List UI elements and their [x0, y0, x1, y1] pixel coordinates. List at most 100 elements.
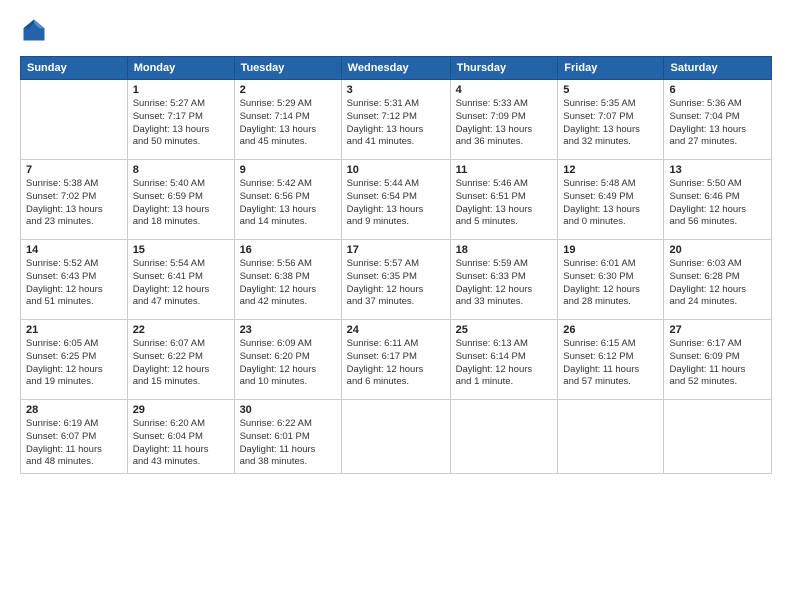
day-number: 26	[563, 324, 658, 336]
day-info: Sunrise: 5:35 AM Sunset: 7:07 PM Dayligh…	[563, 98, 658, 149]
weekday-header-wednesday: Wednesday	[341, 57, 450, 80]
calendar-cell: 14Sunrise: 5:52 AM Sunset: 6:43 PM Dayli…	[21, 240, 128, 320]
day-number: 27	[669, 324, 766, 336]
day-number: 16	[240, 244, 336, 256]
day-info: Sunrise: 6:01 AM Sunset: 6:30 PM Dayligh…	[563, 258, 658, 309]
calendar-cell	[21, 80, 128, 160]
day-info: Sunrise: 6:19 AM Sunset: 6:07 PM Dayligh…	[26, 418, 122, 469]
day-info: Sunrise: 5:29 AM Sunset: 7:14 PM Dayligh…	[240, 98, 336, 149]
calendar-cell: 26 Sunrise: 6:15 AM Sunset: 6:12 PM Dayli…	[558, 320, 664, 400]
calendar-cell: 6 Sunrise: 5:36 AM Sunset: 7:04 PM Daylig…	[664, 80, 772, 160]
day-number: 15	[133, 244, 229, 256]
calendar-cell: 16 Sunrise: 5:56 AM Sunset: 6:38 PM Dayli…	[234, 240, 341, 320]
calendar-cell: 25 Sunrise: 6:13 AM Sunset: 6:14 PM Dayli…	[450, 320, 558, 400]
day-info: Sunrise: 5:38 AM Sunset: 7:02 PM Dayligh…	[26, 178, 122, 229]
calendar-cell: 20 Sunrise: 6:03 AM Sunset: 6:28 PM Dayli…	[664, 240, 772, 320]
calendar-cell: 11 Sunrise: 5:46 AM Sunset: 6:51 PM Dayli…	[450, 160, 558, 240]
day-number: 20	[669, 244, 766, 256]
calendar-cell: 3 Sunrise: 5:31 AM Sunset: 7:12 PM Daylig…	[341, 80, 450, 160]
day-info: Sunrise: 6:11 AM Sunset: 6:17 PM Dayligh…	[347, 338, 445, 389]
day-info: Sunrise: 6:17 AM Sunset: 6:09 PM Dayligh…	[669, 338, 766, 389]
day-info: Sunrise: 5:40 AM Sunset: 6:59 PM Dayligh…	[133, 178, 229, 229]
weekday-header-friday: Friday	[558, 57, 664, 80]
weekday-header-saturday: Saturday	[664, 57, 772, 80]
day-info: Sunrise: 5:56 AM Sunset: 6:38 PM Dayligh…	[240, 258, 336, 309]
calendar-cell: 22 Sunrise: 6:07 AM Sunset: 6:22 PM Dayli…	[127, 320, 234, 400]
day-info: Sunrise: 5:46 AM Sunset: 6:51 PM Dayligh…	[456, 178, 553, 229]
calendar-table: SundayMondayTuesdayWednesdayThursdayFrid…	[20, 56, 772, 474]
day-number: 1	[133, 84, 229, 96]
calendar-cell: 21 Sunrise: 6:05 AM Sunset: 6:25 PM Dayli…	[21, 320, 128, 400]
day-info: Sunrise: 5:42 AM Sunset: 6:56 PM Dayligh…	[240, 178, 336, 229]
day-number: 30	[240, 404, 336, 416]
calendar-cell: 30 Sunrise: 6:22 AM Sunset: 6:01 PM Dayli…	[234, 400, 341, 474]
day-number: 17	[347, 244, 445, 256]
calendar-cell: 12 Sunrise: 5:48 AM Sunset: 6:49 PM Dayli…	[558, 160, 664, 240]
day-info: Sunrise: 6:03 AM Sunset: 6:28 PM Dayligh…	[669, 258, 766, 309]
day-info: Sunrise: 5:31 AM Sunset: 7:12 PM Dayligh…	[347, 98, 445, 149]
calendar-cell: 2 Sunrise: 5:29 AM Sunset: 7:14 PM Daylig…	[234, 80, 341, 160]
day-number: 24	[347, 324, 445, 336]
logo	[20, 16, 52, 44]
calendar-cell: 28 Sunrise: 6:19 AM Sunset: 6:07 PM Dayli…	[21, 400, 128, 474]
day-info: Sunrise: 5:54 AM Sunset: 6:41 PM Dayligh…	[133, 258, 229, 309]
calendar-cell: 24 Sunrise: 6:11 AM Sunset: 6:17 PM Dayli…	[341, 320, 450, 400]
day-info: Sunrise: 5:57 AM Sunset: 6:35 PM Dayligh…	[347, 258, 445, 309]
day-number: 4	[456, 84, 553, 96]
calendar-cell: 19 Sunrise: 6:01 AM Sunset: 6:30 PM Dayli…	[558, 240, 664, 320]
day-info: Sunrise: 5:44 AM Sunset: 6:54 PM Dayligh…	[347, 178, 445, 229]
calendar-cell: 1 Sunrise: 5:27 AM Sunset: 7:17 PM Daylig…	[127, 80, 234, 160]
day-number: 13	[669, 164, 766, 176]
calendar-cell: 18Sunrise: 5:59 AM Sunset: 6:33 PM Dayli…	[450, 240, 558, 320]
day-number: 21	[26, 324, 122, 336]
day-number: 11	[456, 164, 553, 176]
day-info: Sunrise: 5:50 AM Sunset: 6:46 PM Dayligh…	[669, 178, 766, 229]
calendar-cell: 27 Sunrise: 6:17 AM Sunset: 6:09 PM Dayli…	[664, 320, 772, 400]
day-number: 29	[133, 404, 229, 416]
calendar-cell	[341, 400, 450, 474]
day-number: 9	[240, 164, 336, 176]
weekday-header-sunday: Sunday	[21, 57, 128, 80]
calendar-cell	[558, 400, 664, 474]
day-number: 12	[563, 164, 658, 176]
day-info: Sunrise: 6:05 AM Sunset: 6:25 PM Dayligh…	[26, 338, 122, 389]
day-number: 19	[563, 244, 658, 256]
day-info: Sunrise: 5:36 AM Sunset: 7:04 PM Dayligh…	[669, 98, 766, 149]
calendar-cell: 7 Sunrise: 5:38 AM Sunset: 7:02 PM Daylig…	[21, 160, 128, 240]
calendar-cell: 8 Sunrise: 5:40 AM Sunset: 6:59 PM Daylig…	[127, 160, 234, 240]
day-info: Sunrise: 6:20 AM Sunset: 6:04 PM Dayligh…	[133, 418, 229, 469]
calendar-cell: 15 Sunrise: 5:54 AM Sunset: 6:41 PM Dayli…	[127, 240, 234, 320]
day-number: 5	[563, 84, 658, 96]
day-number: 22	[133, 324, 229, 336]
day-number: 25	[456, 324, 553, 336]
day-info: Sunrise: 5:52 AM Sunset: 6:43 PM Dayligh…	[26, 258, 122, 309]
calendar-cell	[450, 400, 558, 474]
day-number: 23	[240, 324, 336, 336]
day-number: 10	[347, 164, 445, 176]
day-info: Sunrise: 6:09 AM Sunset: 6:20 PM Dayligh…	[240, 338, 336, 389]
day-info: Sunrise: 6:15 AM Sunset: 6:12 PM Dayligh…	[563, 338, 658, 389]
logo-icon	[20, 16, 48, 44]
weekday-header-thursday: Thursday	[450, 57, 558, 80]
day-info: Sunrise: 6:07 AM Sunset: 6:22 PM Dayligh…	[133, 338, 229, 389]
day-number: 3	[347, 84, 445, 96]
calendar-cell: 10 Sunrise: 5:44 AM Sunset: 6:54 PM Dayli…	[341, 160, 450, 240]
weekday-header-tuesday: Tuesday	[234, 57, 341, 80]
day-number: 2	[240, 84, 336, 96]
calendar-cell: 29 Sunrise: 6:20 AM Sunset: 6:04 PM Dayli…	[127, 400, 234, 474]
calendar-cell	[664, 400, 772, 474]
day-number: 18	[456, 244, 553, 256]
day-info: Sunrise: 5:33 AM Sunset: 7:09 PM Dayligh…	[456, 98, 553, 149]
calendar-cell: 4 Sunrise: 5:33 AM Sunset: 7:09 PM Daylig…	[450, 80, 558, 160]
calendar-cell: 23 Sunrise: 6:09 AM Sunset: 6:20 PM Dayli…	[234, 320, 341, 400]
day-number: 6	[669, 84, 766, 96]
day-number: 7	[26, 164, 122, 176]
day-info: Sunrise: 5:27 AM Sunset: 7:17 PM Dayligh…	[133, 98, 229, 149]
day-info: Sunrise: 6:22 AM Sunset: 6:01 PM Dayligh…	[240, 418, 336, 469]
day-number: 8	[133, 164, 229, 176]
calendar-cell: 9 Sunrise: 5:42 AM Sunset: 6:56 PM Daylig…	[234, 160, 341, 240]
weekday-header-monday: Monday	[127, 57, 234, 80]
day-number: 28	[26, 404, 122, 416]
day-info: Sunrise: 6:13 AM Sunset: 6:14 PM Dayligh…	[456, 338, 553, 389]
day-info: Sunrise: 5:48 AM Sunset: 6:49 PM Dayligh…	[563, 178, 658, 229]
